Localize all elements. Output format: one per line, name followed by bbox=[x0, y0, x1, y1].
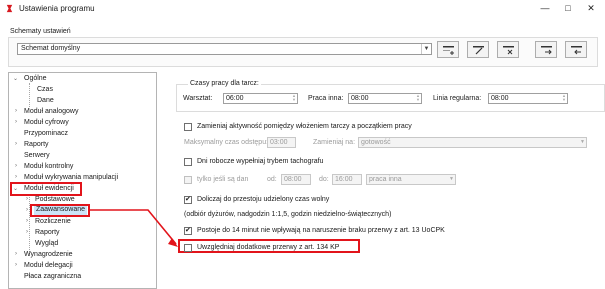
add-icon bbox=[443, 46, 454, 55]
od-value: 08:00 bbox=[284, 176, 302, 183]
maks-label: Maksymalny czas odstępu: bbox=[184, 139, 269, 146]
import-scheme-button[interactable] bbox=[565, 41, 587, 58]
do-label: do: bbox=[319, 176, 329, 183]
tree-item-przypominacz[interactable]: Przypominacz bbox=[24, 130, 68, 137]
chevron-right-icon[interactable]: › bbox=[26, 207, 28, 213]
warsztat-label: Warsztat: bbox=[183, 95, 213, 102]
doliczaj-checkbox[interactable] bbox=[184, 195, 192, 204]
praca-inna-label: Praca inna: bbox=[308, 95, 344, 102]
zamieniaj-na-label: Zamieniaj na: bbox=[313, 139, 356, 146]
export-icon bbox=[541, 46, 552, 55]
maximize-button[interactable]: □ bbox=[560, 2, 576, 15]
settings-tree[interactable]: ⌄ Ogólne Czas Dane › Moduł analogowy › M… bbox=[8, 72, 157, 289]
zamieniaj-na-select[interactable]: gotowość ▼ bbox=[358, 137, 587, 148]
tree-item-dane[interactable]: Dane bbox=[37, 97, 54, 104]
tylko-label: tylko jeśli są dan bbox=[197, 176, 249, 183]
chevron-right-icon[interactable]: › bbox=[26, 196, 28, 202]
highlight-zaawansowane bbox=[30, 204, 90, 217]
title-bar: Ustawienia programu — □ ✕ bbox=[0, 0, 605, 17]
tree-item-ogolne[interactable]: Ogólne bbox=[24, 75, 47, 82]
tylko-checkbox[interactable] bbox=[184, 176, 192, 184]
tree-item-placa-zagraniczna[interactable]: Płaca zagraniczna bbox=[24, 273, 81, 280]
maks-input[interactable]: 03:00 bbox=[267, 137, 296, 148]
tree-item-modul-kontrolny[interactable]: Moduł kontrolny bbox=[24, 163, 73, 170]
spinner-icon[interactable]: ▲ ▼ bbox=[561, 94, 567, 103]
chevron-right-icon[interactable]: › bbox=[15, 108, 17, 114]
chevron-right-icon[interactable]: › bbox=[15, 262, 17, 268]
spinner-icon[interactable]: ▲ ▼ bbox=[291, 94, 297, 103]
delete-scheme-button[interactable] bbox=[497, 41, 519, 58]
od-label: od: bbox=[267, 176, 277, 183]
schemes-group-label: Schematy ustawień bbox=[10, 28, 71, 35]
dni-label: Dni robocze wypełniaj trybem tachografu bbox=[197, 158, 324, 165]
chevron-right-icon[interactable]: › bbox=[26, 229, 28, 235]
export-scheme-button[interactable] bbox=[535, 41, 557, 58]
linia-label: Linia regularna: bbox=[433, 95, 482, 102]
chevron-down-icon: ▼ bbox=[421, 44, 431, 54]
chevron-right-icon[interactable]: › bbox=[15, 163, 17, 169]
tree-item-czas[interactable]: Czas bbox=[37, 86, 53, 93]
highlight-modul-ewidencji bbox=[10, 182, 82, 196]
praca-inna-value: 08:00 bbox=[351, 95, 369, 102]
chevron-down-icon: ▼ bbox=[580, 139, 585, 145]
postoj-checkbox[interactable] bbox=[184, 226, 192, 235]
tree-item-wyglad[interactable]: Wygląd bbox=[35, 240, 58, 247]
maks-value: 03:00 bbox=[270, 139, 288, 146]
edit-icon bbox=[473, 46, 484, 55]
tree-item-serwery[interactable]: Serwery bbox=[24, 152, 50, 159]
tree-item-rozliczenie[interactable]: Rozliczenie bbox=[35, 218, 71, 225]
tree-item-wynagrodzenie[interactable]: Wynagrodzenie bbox=[24, 251, 73, 258]
uwzgledniaj-checkbox[interactable] bbox=[184, 244, 192, 252]
doliczaj-label: Doliczaj do przestoju udzielony czas wol… bbox=[197, 196, 330, 203]
tree-item-podstawowe[interactable]: Podstawowe bbox=[35, 196, 75, 203]
chevron-right-icon[interactable]: › bbox=[15, 119, 17, 125]
app-logo-icon bbox=[6, 4, 13, 13]
delete-icon bbox=[503, 46, 514, 55]
zamieniaj-na-value: gotowość bbox=[361, 139, 391, 146]
odbior-text: (odbiór dyżurów, nadgodzin 1:1,5, godzin… bbox=[184, 211, 392, 218]
chevron-down-icon: ▼ bbox=[449, 176, 454, 182]
praca-inna-select[interactable]: praca inna ▼ bbox=[366, 174, 456, 185]
linia-input[interactable]: 08:00 ▲ ▼ bbox=[488, 93, 568, 104]
tree-item-raporty[interactable]: Raporty bbox=[24, 141, 49, 148]
tree-item-modul-cyfrowy[interactable]: Moduł cyfrowy bbox=[24, 119, 69, 126]
do-value: 16:00 bbox=[335, 176, 353, 183]
window-title: Ustawienia programu bbox=[19, 4, 95, 13]
warsztat-input[interactable]: 06:00 ▲ ▼ bbox=[223, 93, 298, 104]
tree-item-modul-analogowy[interactable]: Moduł analogowy bbox=[24, 108, 78, 115]
praca-inna-input[interactable]: 08:00 ▲ ▼ bbox=[348, 93, 422, 104]
tree-item-raporty-ewidencji[interactable]: Raporty bbox=[35, 229, 60, 236]
close-button[interactable]: ✕ bbox=[583, 2, 599, 15]
edit-scheme-button[interactable] bbox=[467, 41, 489, 58]
chevron-right-icon[interactable]: › bbox=[15, 251, 17, 257]
settings-panel: Czasy pracy dla tarcz: Warsztat: 06:00 ▲… bbox=[168, 72, 605, 289]
do-input[interactable]: 16:00 bbox=[332, 174, 362, 185]
chevron-down-icon[interactable]: ⌄ bbox=[13, 75, 18, 82]
linia-value: 08:00 bbox=[491, 95, 509, 102]
od-input[interactable]: 08:00 bbox=[281, 174, 311, 185]
czasy-label: Czasy pracy dla tarcz: bbox=[188, 80, 261, 87]
dni-checkbox[interactable] bbox=[184, 158, 192, 166]
zamieniaj-label: Zamieniaj aktywność pomiędzy włożeniem t… bbox=[197, 123, 412, 130]
praca-inna-select-value: praca inna bbox=[369, 176, 402, 183]
chevron-right-icon[interactable]: › bbox=[26, 218, 28, 224]
chevron-right-icon[interactable]: › bbox=[15, 174, 17, 180]
spinner-icon[interactable]: ▲ ▼ bbox=[415, 94, 421, 103]
scheme-select-value: Schemat domyślny bbox=[21, 45, 81, 52]
import-icon bbox=[571, 46, 582, 55]
tree-item-modul-delegacji[interactable]: Moduł delegacji bbox=[24, 262, 73, 269]
postoj-label: Postoje do 14 minut nie wpływają na naru… bbox=[197, 227, 445, 234]
chevron-right-icon[interactable]: › bbox=[15, 141, 17, 147]
uwzgledniaj-label: Uwzględniaj dodatkowe przerwy z art. 134… bbox=[197, 244, 340, 251]
zamieniaj-checkbox[interactable] bbox=[184, 123, 192, 131]
warsztat-value: 06:00 bbox=[226, 95, 244, 102]
scheme-select[interactable]: Schemat domyślny ▼ bbox=[17, 43, 432, 55]
tree-item-modul-wykrywania[interactable]: Moduł wykrywania manipulacji bbox=[24, 174, 118, 181]
minimize-button[interactable]: — bbox=[537, 2, 553, 15]
new-scheme-button[interactable] bbox=[437, 41, 459, 58]
